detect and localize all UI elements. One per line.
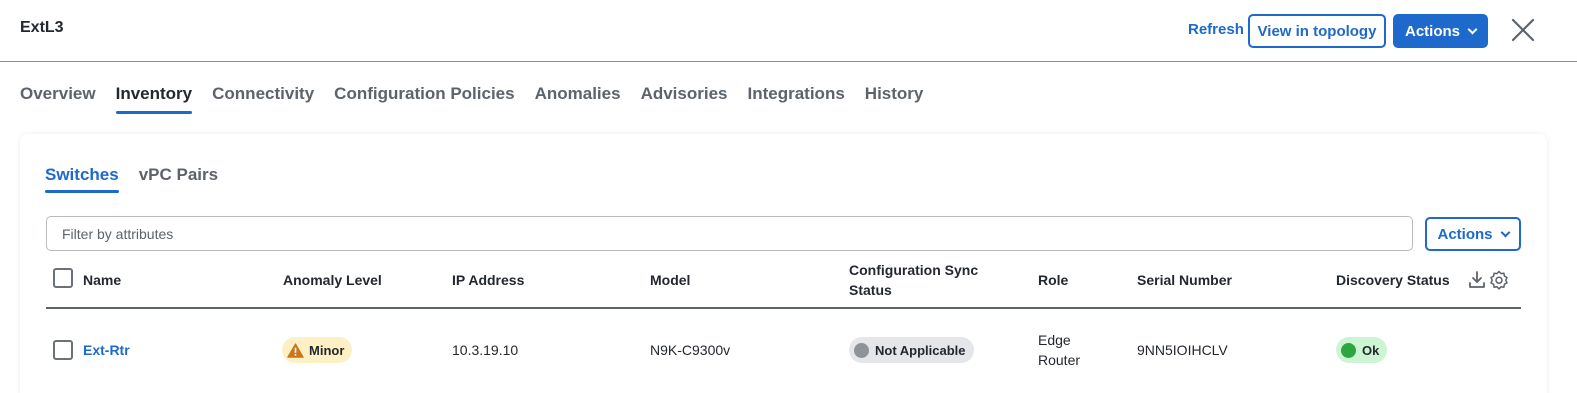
anomaly-level-label: Minor	[309, 342, 345, 358]
download-button[interactable]	[1468, 270, 1486, 290]
header-actions-label: Actions	[1404, 22, 1460, 40]
column-header-config-sync-line1: Configuration Sync	[849, 262, 979, 278]
page-title: ExtL3	[20, 19, 64, 36]
column-header-model[interactable]: Model	[650, 270, 690, 290]
download-icon	[1469, 271, 1485, 288]
column-header-ip-address[interactable]: IP Address	[452, 270, 524, 290]
discovery-status-label: Ok	[1362, 342, 1380, 358]
config-sync-status-badge: Not Applicable	[849, 337, 974, 363]
tab-configuration-policies[interactable]: Configuration Policies	[334, 84, 514, 114]
role-line1: Edge	[1038, 332, 1071, 348]
ip-address-cell: 10.3.19.10	[452, 342, 519, 358]
page-header: ExtL3 Refresh View in topology Actions	[0, 0, 1577, 62]
filter-input[interactable]	[46, 216, 1413, 251]
chevron-down-icon	[1467, 24, 1478, 34]
tab-inventory[interactable]: Inventory	[115, 84, 192, 114]
serial-number-cell: 9NN5IOIHCLV	[1137, 342, 1228, 358]
warning-icon	[287, 342, 304, 358]
config-sync-status-label: Not Applicable	[875, 342, 966, 358]
table-settings-button[interactable]	[1489, 270, 1509, 290]
main-tabs: Overview Inventory Connectivity Configur…	[20, 84, 943, 116]
gear-icon	[1490, 270, 1508, 290]
role-line2: Router	[1038, 352, 1081, 368]
column-header-discovery-status[interactable]: Discovery Status	[1336, 270, 1451, 290]
column-header-configuration-sync-status[interactable]: Configuration Sync Status	[849, 260, 978, 300]
tab-connectivity[interactable]: Connectivity	[212, 84, 314, 114]
view-in-topology-label: View in topology	[1257, 22, 1377, 40]
tab-overview[interactable]: Overview	[20, 84, 96, 114]
view-in-topology-button[interactable]: View in topology	[1248, 14, 1386, 48]
tab-integrations[interactable]: Integrations	[748, 84, 845, 114]
model-cell: N9K-C9300v	[650, 342, 731, 358]
inventory-subtabs: Switches vPC Pairs	[45, 165, 238, 193]
tab-history[interactable]: History	[865, 84, 924, 114]
row-checkbox[interactable]	[53, 340, 73, 360]
status-dot-icon	[1341, 342, 1356, 358]
column-header-name[interactable]: Name	[83, 270, 121, 290]
refresh-button[interactable]: Refresh	[1188, 21, 1244, 38]
column-header-anomaly-level[interactable]: Anomaly Level	[283, 270, 382, 290]
switch-name-link[interactable]: Ext-Rtr	[83, 340, 130, 360]
tab-advisories[interactable]: Advisories	[641, 84, 728, 114]
subtab-switches[interactable]: Switches	[45, 165, 119, 193]
table-header-divider	[46, 307, 1521, 309]
tab-anomalies[interactable]: Anomalies	[535, 84, 621, 114]
column-header-config-sync-line2: Status	[849, 282, 892, 298]
close-icon	[1511, 18, 1535, 42]
subtab-vpc-pairs[interactable]: vPC Pairs	[139, 165, 218, 193]
anomaly-level-badge: Minor	[282, 337, 353, 363]
header-actions-button[interactable]: Actions	[1393, 14, 1488, 48]
column-header-serial-number[interactable]: Serial Number	[1137, 270, 1232, 290]
close-button[interactable]	[1509, 16, 1537, 44]
table-actions-label: Actions	[1437, 225, 1493, 243]
discovery-status-badge: Ok	[1336, 337, 1388, 363]
select-all-checkbox[interactable]	[53, 268, 73, 288]
chevron-down-icon	[1500, 227, 1510, 237]
inventory-card	[20, 134, 1547, 393]
column-header-role[interactable]: Role	[1038, 270, 1068, 290]
status-dot-icon	[854, 342, 869, 358]
role-cell: Edge Router	[1038, 330, 1080, 370]
table-actions-button[interactable]: Actions	[1425, 217, 1521, 251]
